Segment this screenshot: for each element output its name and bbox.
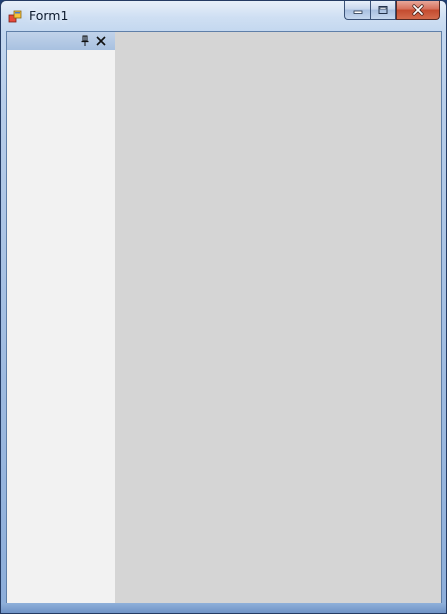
windows-form-icon[interactable] — [8, 9, 24, 25]
close-icon — [412, 4, 424, 16]
document-area[interactable] — [115, 32, 441, 604]
caption-buttons — [344, 1, 440, 21]
pin-button[interactable] — [78, 34, 92, 48]
window-title: Form1 — [29, 8, 69, 23]
minimize-icon — [353, 10, 362, 14]
dock-close-button[interactable] — [94, 34, 108, 48]
dock-panel[interactable] — [7, 32, 115, 604]
application-window: Form1 — [0, 0, 447, 614]
maximize-icon — [378, 6, 388, 14]
title-bar[interactable]: Form1 — [1, 1, 446, 31]
dock-panel-header[interactable] — [7, 32, 115, 50]
client-area — [6, 31, 442, 605]
pin-icon — [81, 35, 89, 46]
window-bottom-border — [1, 603, 446, 613]
minimize-button[interactable] — [344, 1, 370, 20]
close-icon — [96, 36, 106, 46]
close-window-button[interactable] — [396, 1, 440, 20]
maximize-button[interactable] — [370, 1, 396, 20]
